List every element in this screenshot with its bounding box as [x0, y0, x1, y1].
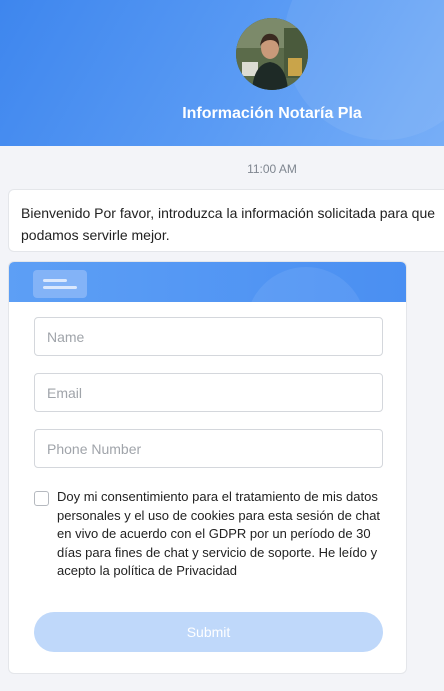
- form-header: [9, 262, 406, 302]
- agent-name: Información Notaría Pla: [182, 105, 362, 122]
- chat-header: Información Notaría Pla: [0, 0, 444, 146]
- agent-photo-icon: [236, 18, 308, 90]
- message-timestamp: 11:00 AM: [247, 162, 297, 176]
- phone-input[interactable]: [34, 429, 383, 468]
- submit-button[interactable]: Submit: [34, 612, 383, 652]
- form-icon: [33, 270, 87, 298]
- form-header-decoration: [246, 267, 366, 302]
- agent-avatar: [236, 18, 308, 90]
- welcome-message: Bienvenido Por favor, introduzca la info…: [8, 189, 444, 252]
- pre-chat-form: Doy mi consentimiento para el tratamient…: [8, 261, 407, 674]
- consent-text: Doy mi consentimiento para el tratamient…: [57, 489, 381, 578]
- consent-checkbox[interactable]: [34, 491, 49, 506]
- name-input[interactable]: [34, 317, 383, 356]
- email-input[interactable]: [34, 373, 383, 412]
